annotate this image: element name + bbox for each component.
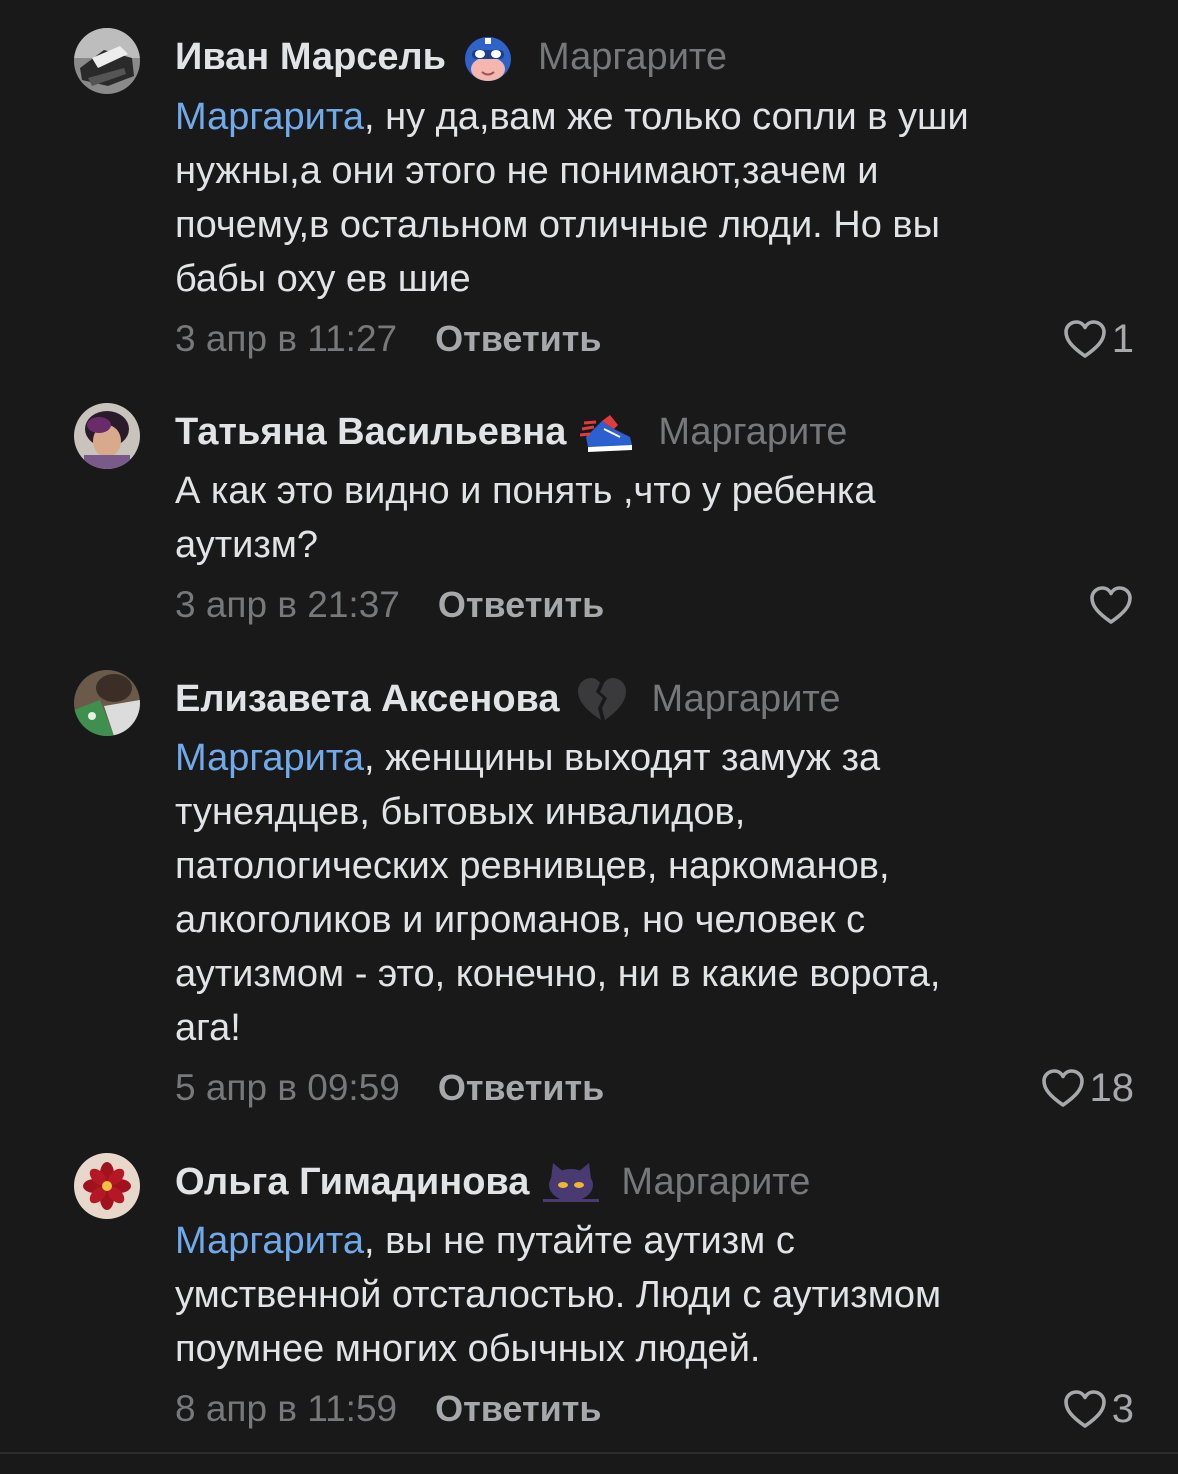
sneaker-emoji-icon [580,407,636,457]
reply-to-label[interactable]: Маргарите [621,1161,810,1204]
like-button[interactable] [1088,580,1134,630]
broken-heart-emoji-icon [574,674,630,724]
like-button[interactable]: 18 [1040,1063,1135,1113]
heart-icon [1062,318,1108,360]
like-count: 1 [1111,316,1134,361]
reply-button[interactable]: Ответить [435,1388,601,1430]
reply-to-label[interactable]: Маргарите [658,411,847,454]
mention-link[interactable]: Маргарита [175,96,364,138]
like-count: 18 [1089,1065,1135,1110]
avatar[interactable] [74,670,140,736]
comment-text: Маргарита, вы не путайте аутизм с умстве… [175,1220,942,1370]
like-button[interactable]: 3 [1062,1384,1134,1434]
comment-author[interactable]: Татьяна Васильевна [175,411,566,454]
reply-button[interactable]: Ответить [435,318,601,360]
comment-date: 3 апр в 21:37 [175,584,400,625]
like-count: 3 [1111,1386,1134,1431]
comment-date: 3 апр в 11:27 [175,318,398,359]
comment-author[interactable]: Ольга Гимадинова [175,1161,529,1204]
divider [0,1452,1178,1454]
masked-hero-emoji-icon [460,32,516,82]
comment-date: 8 апр в 11:59 [175,1388,398,1429]
avatar[interactable] [74,28,140,94]
avatar[interactable] [74,1153,140,1219]
reply-to-label[interactable]: Маргарите [538,36,727,79]
mention-link[interactable]: Маргарита [175,1220,364,1262]
comment-date: 5 апр в 09:59 [175,1067,400,1108]
reply-button[interactable]: Ответить [438,1067,604,1109]
comment-text: А как это видно и понять ,что у ребенка … [175,470,876,566]
heart-icon [1062,1388,1108,1430]
cat-face-emoji-icon [543,1157,600,1207]
comment-author[interactable]: Иван Марсель [175,36,446,79]
comment-text: Маргарита, ну да,вам же только сопли в у… [175,96,969,300]
reply-to-label[interactable]: Маргарите [652,678,841,721]
like-button[interactable]: 1 [1062,314,1134,364]
mention-link[interactable]: Маргарита [175,737,364,779]
heart-icon [1040,1067,1086,1109]
comment-author[interactable]: Елизавета Аксенова [175,678,560,721]
avatar[interactable] [74,403,140,469]
heart-icon [1088,584,1134,626]
reply-button[interactable]: Ответить [438,584,604,626]
comment-text: Маргарита, женщины выходят замуж за туне… [175,737,941,1049]
